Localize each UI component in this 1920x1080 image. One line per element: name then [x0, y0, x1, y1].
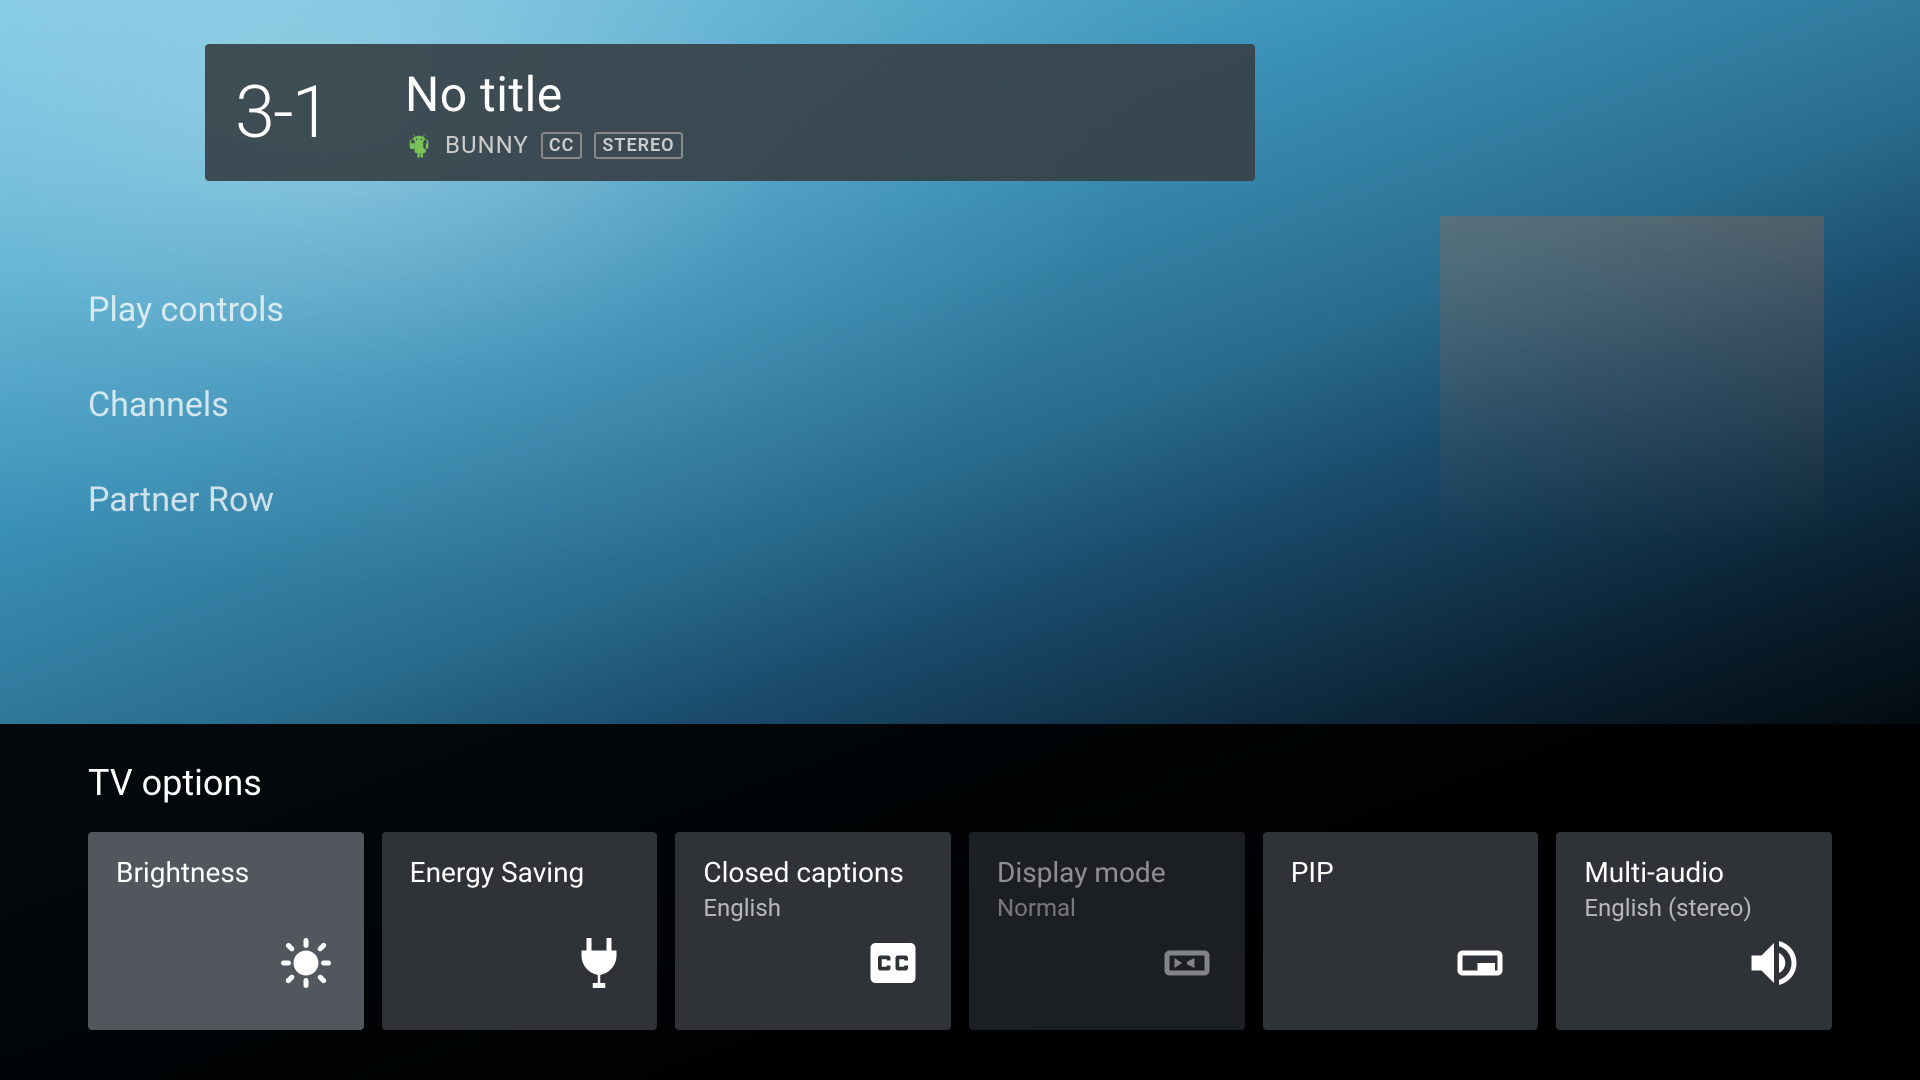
option-card-multi-audio[interactable]: Multi-audio English (stereo) [1556, 832, 1832, 1030]
display-mode-label: Display mode [997, 856, 1217, 890]
multi-audio-icon [1744, 933, 1804, 1002]
brightness-icon [276, 933, 336, 1002]
closed-captions-icon [863, 933, 923, 1002]
tv-options-section: TV options Brightness Energy Saving [0, 724, 1920, 1080]
nav-item-play-controls[interactable]: Play controls [88, 290, 284, 330]
android-icon [405, 131, 433, 159]
pip-label: PIP [1291, 856, 1511, 890]
channel-title: No title [405, 66, 683, 123]
channel-source-name: BUNNY [445, 131, 529, 159]
nav-item-partner-row[interactable]: Partner Row [88, 480, 284, 520]
option-card-pip[interactable]: PIP [1263, 832, 1539, 1030]
closed-captions-sublabel: English [703, 894, 923, 922]
stereo-badge: STEREO [594, 132, 682, 159]
multi-audio-label: Multi-audio [1584, 856, 1804, 890]
pip-icon [1450, 933, 1510, 1002]
nav-item-channels[interactable]: Channels [88, 385, 284, 425]
closed-captions-label: Closed captions [703, 856, 923, 890]
option-card-display-mode[interactable]: Display mode Normal [969, 832, 1245, 1030]
energy-saving-label: Energy Saving [410, 856, 630, 890]
cc-badge: CC [541, 132, 583, 159]
tv-options-title: TV options [88, 762, 1832, 804]
nav-menu: Play controls Channels Partner Row [88, 290, 284, 520]
option-card-brightness[interactable]: Brightness [88, 832, 364, 1030]
channel-info: No title BUNNY CC STEREO [405, 66, 683, 159]
channel-number: 3-1 [235, 70, 375, 155]
multi-audio-sublabel: English (stereo) [1584, 894, 1804, 922]
display-mode-icon [1157, 933, 1217, 1002]
channel-meta: BUNNY CC STEREO [405, 131, 683, 159]
options-grid: Brightness Energy Saving Closed captions… [88, 832, 1832, 1030]
energy-saving-icon [569, 933, 629, 1002]
option-card-energy-saving[interactable]: Energy Saving [382, 832, 658, 1030]
brightness-label: Brightness [116, 856, 336, 890]
option-card-closed-captions[interactable]: Closed captions English [675, 832, 951, 1030]
channel-bar: 3-1 No title BUNNY CC STEREO [205, 44, 1255, 181]
display-mode-sublabel: Normal [997, 894, 1217, 922]
